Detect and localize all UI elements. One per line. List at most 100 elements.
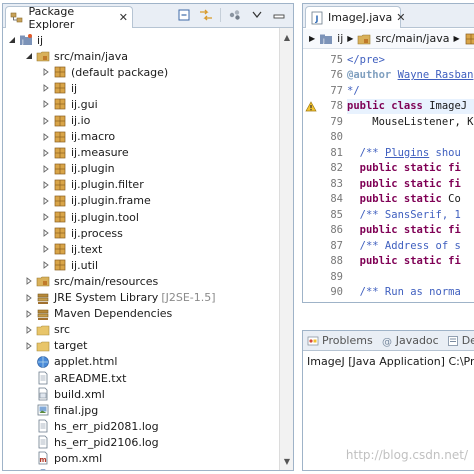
breadcrumb-item[interactable]: ij	[337, 32, 343, 45]
code-view[interactable]: </pre> @author Wayne Rasban */public class…	[347, 52, 474, 302]
close-icon[interactable]: ✕	[396, 11, 405, 24]
tree-item-label: ij.plugin.tool	[71, 210, 139, 224]
tree-item[interactable]: final.jpg	[3, 402, 279, 418]
tree-item[interactable]: src/main/java	[3, 48, 279, 64]
code-line[interactable]: public static Co	[347, 192, 474, 208]
collapsed-arrow-icon[interactable]	[41, 180, 50, 189]
tree-item[interactable]: ij.measure	[3, 145, 279, 161]
scroll-down-arrow-icon[interactable]: ▼	[282, 456, 292, 466]
tab-dec[interactable]: Dec	[447, 334, 474, 347]
tab-package-explorer[interactable]: Package Explorer ✕	[5, 5, 133, 31]
collapsed-arrow-icon[interactable]	[41, 116, 50, 125]
code-line[interactable]: MouseListener, K	[347, 114, 474, 130]
code-line[interactable]: @author Wayne Rasban	[347, 68, 474, 84]
collapsed-arrow-icon[interactable]	[41, 164, 50, 173]
code-line[interactable]: /** Plugins shou	[347, 145, 474, 161]
link-with-editor-icon[interactable]	[198, 7, 214, 23]
tree-item[interactable]: ij.plugin.tool	[3, 209, 279, 225]
close-icon[interactable]: ✕	[119, 11, 128, 24]
view-menu-icon[interactable]	[249, 7, 265, 23]
tree-item[interactable]: aREADME.txt	[3, 370, 279, 386]
line-number-text: 84	[330, 193, 343, 206]
collapsed-arrow-icon[interactable]	[41, 229, 50, 238]
tree-item[interactable]: build.xml	[3, 386, 279, 402]
filters-icon[interactable]	[227, 7, 243, 23]
tree-item[interactable]: ij.io	[3, 112, 279, 128]
code-line[interactable]: public static fi	[347, 161, 474, 177]
code-line[interactable]: /** SansSerif, 1	[347, 207, 474, 223]
tree-item[interactable]: ij.plugin	[3, 161, 279, 177]
editor-tab-bar: J ImageJ.java ✕	[303, 4, 474, 28]
tree-item[interactable]: Jij	[3, 32, 279, 48]
tree-item[interactable]: target	[3, 338, 279, 354]
tree-item[interactable]: m pom.xml	[3, 450, 279, 466]
tree-item[interactable]: Maven Dependencies	[3, 306, 279, 322]
line-number-text: 83	[330, 177, 343, 190]
svg-text:@: @	[382, 337, 392, 347]
collapsed-arrow-icon[interactable]	[41, 100, 50, 109]
tree-item[interactable]: ij.macro	[3, 129, 279, 145]
code-token: */	[347, 84, 360, 97]
collapsed-arrow-icon[interactable]	[24, 309, 33, 318]
scroll-up-arrow-icon[interactable]: ▲	[282, 32, 292, 42]
tree-item[interactable]: ij	[3, 80, 279, 96]
collapsed-arrow-icon[interactable]	[41, 196, 50, 205]
collapsed-arrow-icon[interactable]	[24, 341, 33, 350]
collapsed-arrow-icon[interactable]	[41, 132, 50, 141]
tree-item[interactable]: (default package)	[3, 64, 279, 80]
tree-item[interactable]: ij.util	[3, 257, 279, 273]
tree-item[interactable]: applet.html	[3, 354, 279, 370]
collapsed-arrow-icon[interactable]	[24, 325, 33, 334]
tab-problems[interactable]: Problems	[307, 334, 373, 347]
tree-item-label: (default package)	[71, 65, 169, 79]
tree-item-label: pom.xml	[54, 451, 103, 465]
package-icon	[53, 258, 67, 272]
line-number: 91	[303, 300, 347, 303]
breadcrumb-item[interactable]: src/main/java	[375, 32, 449, 45]
no-arrow-spacer	[24, 357, 33, 366]
tree-item[interactable]: ij.plugin.filter	[3, 177, 279, 193]
expanded-arrow-icon[interactable]	[7, 36, 16, 45]
breadcrumb-separator-icon: ▶	[347, 34, 354, 43]
breadcrumb-arrow-icon[interactable]: ▶	[309, 34, 315, 43]
code-line[interactable]: public static fi	[347, 254, 474, 270]
collapse-all-icon[interactable]	[176, 7, 192, 23]
explorer-scrollbar[interactable]: ▲ ▼	[279, 28, 293, 470]
tree-item[interactable]: ij.text	[3, 241, 279, 257]
code-line[interactable]	[347, 130, 474, 146]
collapsed-arrow-icon[interactable]	[41, 261, 50, 270]
tree-item[interactable]: release-notes.html	[3, 467, 279, 470]
tab-imagej-java[interactable]: J ImageJ.java ✕	[305, 6, 405, 28]
tree-item[interactable]: ij.process	[3, 225, 279, 241]
collapsed-arrow-icon[interactable]	[41, 68, 50, 77]
tree-item[interactable]: ij.gui	[3, 96, 279, 112]
code-line[interactable]: </pre>	[347, 52, 474, 68]
tree-item-label: ij	[71, 81, 78, 95]
no-arrow-spacer	[24, 390, 33, 399]
expanded-arrow-icon[interactable]	[24, 52, 33, 61]
tree-item[interactable]: ij.plugin.frame	[3, 193, 279, 209]
tree-item[interactable]: JRE System Library [J2SE-1.5]	[3, 290, 279, 306]
collapsed-arrow-icon[interactable]	[41, 148, 50, 157]
tab-javadoc[interactable]: @ Javadoc	[381, 334, 439, 347]
code-token: public class	[347, 100, 430, 113]
collapsed-arrow-icon[interactable]	[41, 213, 50, 222]
collapsed-arrow-icon[interactable]	[41, 245, 50, 254]
tree-item[interactable]: src	[3, 322, 279, 338]
collapsed-arrow-icon[interactable]	[41, 84, 50, 93]
code-line[interactable]	[347, 269, 474, 285]
code-line[interactable]: */	[347, 83, 474, 99]
tree-item[interactable]: src/main/resources	[3, 273, 279, 289]
code-line[interactable]: public class ImageJ	[347, 98, 474, 114]
code-line[interactable]: public static fi	[347, 223, 474, 239]
collapsed-arrow-icon[interactable]	[24, 277, 33, 286]
tree-item[interactable]: hs_err_pid2081.log	[3, 418, 279, 434]
code-line[interactable]: public static fi	[347, 300, 474, 303]
collapsed-arrow-icon[interactable]	[24, 293, 33, 302]
tree-item[interactable]: hs_err_pid2106.log	[3, 434, 279, 450]
code-line[interactable]: /** Address of s	[347, 238, 474, 254]
line-number: 87	[303, 238, 347, 254]
minimize-icon[interactable]	[271, 7, 287, 23]
code-line[interactable]: public static fi	[347, 176, 474, 192]
code-line[interactable]: /** Run as norma	[347, 285, 474, 301]
